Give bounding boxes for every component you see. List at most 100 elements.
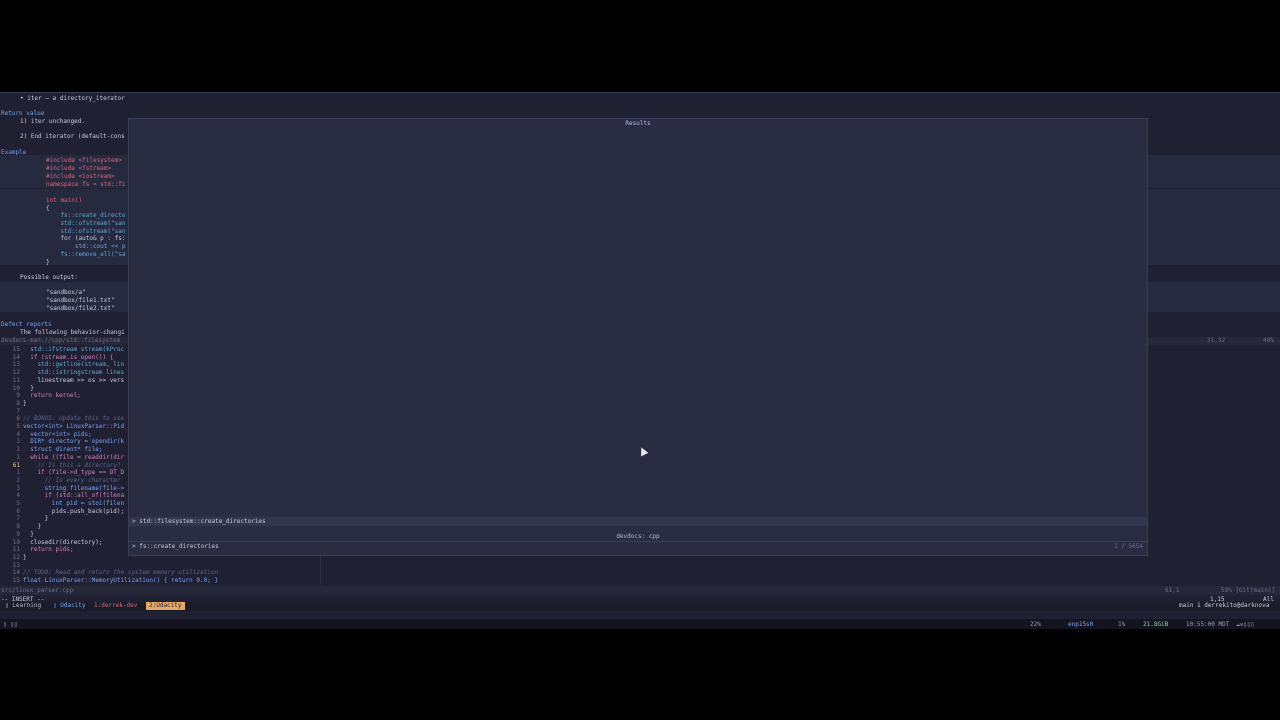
code-line: DIR* directory = opendir(k	[23, 438, 125, 446]
code-line: }	[23, 515, 49, 523]
code-line: // Is every character	[23, 476, 121, 484]
results-picker[interactable]: Results > std::filesystem::create_direct…	[128, 118, 1148, 556]
code-line: // Is this a directory?	[23, 461, 121, 469]
line-number: 1	[16, 453, 20, 461]
return-value-heading: Return value	[1, 110, 45, 117]
code-line: std::getline(stream, lin	[23, 361, 125, 369]
line-number: 5	[16, 500, 20, 507]
line-number: 6	[16, 507, 20, 515]
code-line: }	[23, 384, 34, 392]
code-line: }	[23, 399, 27, 407]
return-line-2: 2) End iterator (default-cons	[20, 133, 125, 140]
line-number: 13	[12, 561, 20, 569]
line-number: 10	[12, 384, 20, 392]
doc-cursor-position: 31,32	[1207, 337, 1226, 344]
code-line: vector<int> LinuxParser::Pid	[23, 423, 125, 430]
code-line: }	[23, 523, 42, 531]
line-number: 3	[16, 438, 20, 446]
line-number: 13	[12, 361, 20, 369]
line-number: 3	[16, 484, 20, 492]
defect-text: The following behavior-changi	[20, 329, 125, 336]
code-line: if (stream.is_open()) {	[23, 353, 114, 361]
file-name: src/linux_parser.cpp	[1, 587, 74, 594]
editor-statusline: src/linux_parser.cpp 61,1 58% [Git(main)…	[0, 586, 1280, 595]
line-number: 61	[12, 461, 20, 469]
result-count: 1 / 5654	[1114, 543, 1143, 550]
possible-output-label: Possible output:	[20, 274, 78, 281]
example-code-line: }	[46, 259, 50, 266]
workspace-icons[interactable]: ▯ ▯▯	[3, 621, 17, 628]
example-code-line: std::ofstream("san	[46, 220, 126, 227]
doc-scroll-percent: 48%	[1263, 337, 1274, 344]
results-title: Results	[625, 120, 651, 127]
tmux-tab-udacity[interactable]: ▯ Udacity	[50, 602, 89, 610]
line-number: 4	[16, 430, 20, 438]
line-number: 15	[12, 346, 20, 353]
output-line: "sandbox/file1.txt"	[46, 297, 115, 304]
line-number: 11	[12, 376, 20, 384]
code-line: std::istringstream lines	[23, 369, 125, 377]
code-line: return pids;	[23, 546, 74, 554]
tmux-session: ▯ Learning	[5, 602, 42, 609]
code-line: std::ifstream stream(kProc	[23, 346, 125, 353]
code-line: linestream >> os >> vers	[23, 376, 125, 384]
code-line: struct dirent* file;	[23, 446, 103, 454]
code-line: // BONUS: Update this to use	[23, 415, 125, 423]
line-number: 2	[16, 476, 20, 484]
example-code-line: #include <filesystem>	[46, 157, 122, 164]
line-number: 8	[16, 399, 20, 407]
selected-result[interactable]: > std::filesystem::create_directories	[129, 517, 1147, 526]
code-line: while ((file = readdir(dir	[23, 453, 125, 461]
example-code-line: fs::create_directo	[46, 212, 126, 219]
network-interface: enp15s0	[1068, 621, 1094, 628]
doc-buffer-name: devdocs-man://cpp/std::filesystem	[1, 337, 121, 344]
line-number: 14	[12, 353, 20, 361]
line-number: 11	[12, 546, 20, 554]
terminal-window: • iter — a directory_iterator Return val…	[0, 92, 1280, 629]
code-line: if (file->d_type == DT_D	[23, 469, 125, 477]
line-number: 12	[12, 369, 20, 377]
tmux-tab-derrek-dev[interactable]: 1:derrek-dev	[91, 602, 140, 610]
line-number: 4	[16, 492, 20, 500]
param-line: • iter — a directory_iterator	[20, 95, 125, 102]
git-branch-status: 58% [Git(main)]	[1221, 587, 1276, 594]
example-code-line: fs::remove_all("sa	[46, 251, 126, 258]
code-line: int pid = stoi(filen	[23, 500, 125, 507]
line-number: 1	[16, 469, 20, 477]
defect-reports-heading: Defect reports	[1, 321, 52, 328]
output-line: "sandbox/file2.txt"	[46, 305, 115, 312]
example-code-line: #include <fstream>	[46, 165, 112, 172]
clock: 10:55:00 MDT	[1186, 621, 1230, 628]
code-line: return kernel;	[23, 392, 81, 400]
system-bar: ▯ ▯▯ 22% enp15s0 1% 21.8GiB 10:55:00 MDT…	[0, 619, 1280, 629]
line-number: 12	[12, 553, 20, 561]
line-number: 7	[16, 515, 20, 523]
code-line: if (std::all_of(filena	[23, 492, 125, 500]
line-number: 6	[16, 415, 20, 423]
example-code-line: namespace fs = std::fi	[46, 181, 126, 188]
tmux-statusbar: ▯ Learning ▯ Udacity 1:derrek-dev 2:Udac…	[0, 602, 1280, 611]
line-number: 10	[12, 538, 20, 546]
code-line: }	[23, 553, 27, 561]
load-indicator: 1%	[1118, 621, 1126, 628]
tmux-session-info: main 1 derrekito@darknova	[1179, 602, 1270, 609]
example-code-line: std::cout << p	[46, 243, 126, 250]
line-number: 14	[12, 569, 20, 577]
example-code-line: {	[46, 205, 50, 212]
code-line: pids.push_back(pid);	[23, 507, 125, 515]
output-line: "sandbox/a"	[46, 289, 86, 296]
code-line: closedir(directory);	[23, 538, 103, 546]
tmux-tab-active[interactable]: 2:Udacity	[146, 602, 185, 610]
prompt-title: devdocs: cpp	[616, 533, 660, 540]
search-input[interactable]: > fs::create_directories 1 / 5654	[129, 541, 1147, 551]
code-line: float LinuxParser::MemoryUtilization() {…	[23, 577, 219, 584]
cpu-usage: 22%	[1030, 621, 1041, 628]
code-line: // TODO: Read and return the system memo…	[23, 569, 219, 577]
line-number: 2	[16, 446, 20, 454]
tray-icons[interactable]: ☁✉▯▯▯	[1236, 621, 1254, 628]
line-number: 7	[16, 407, 20, 415]
line-number: 9	[16, 530, 20, 538]
line-number: 8	[16, 523, 20, 531]
line-number: 9	[16, 392, 20, 400]
code-line: string filename(file->	[23, 484, 125, 492]
